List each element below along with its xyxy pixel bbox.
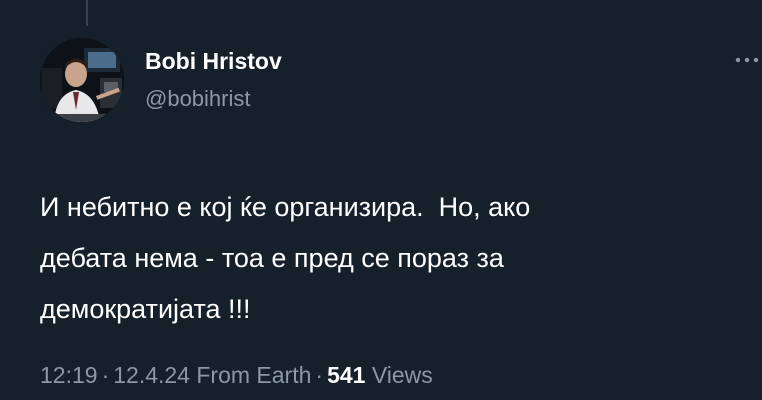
avatar[interactable]: [40, 38, 124, 122]
tweet-time[interactable]: 12:19: [40, 362, 98, 388]
meta-separator: ·: [101, 362, 110, 388]
profile-photo-icon: [40, 38, 124, 122]
tweet-date[interactable]: 12.4.24: [113, 362, 190, 388]
author-display-name[interactable]: Bobi Hristov: [145, 48, 282, 75]
tweet-metadata: 12:19 · 12.4.24 From Earth · 541 Views: [40, 362, 433, 389]
author-handle[interactable]: @bobihrist: [145, 86, 251, 112]
views-label: Views: [371, 362, 433, 388]
thread-connector-line: [86, 0, 88, 26]
views-count[interactable]: 541: [327, 362, 365, 388]
meta-separator: ·: [315, 362, 324, 388]
more-options-icon[interactable]: [734, 52, 760, 68]
tweet-source: From Earth: [196, 362, 312, 388]
tweet-text: И небитно е кој ќе организира. Но, ако д…: [40, 192, 531, 324]
